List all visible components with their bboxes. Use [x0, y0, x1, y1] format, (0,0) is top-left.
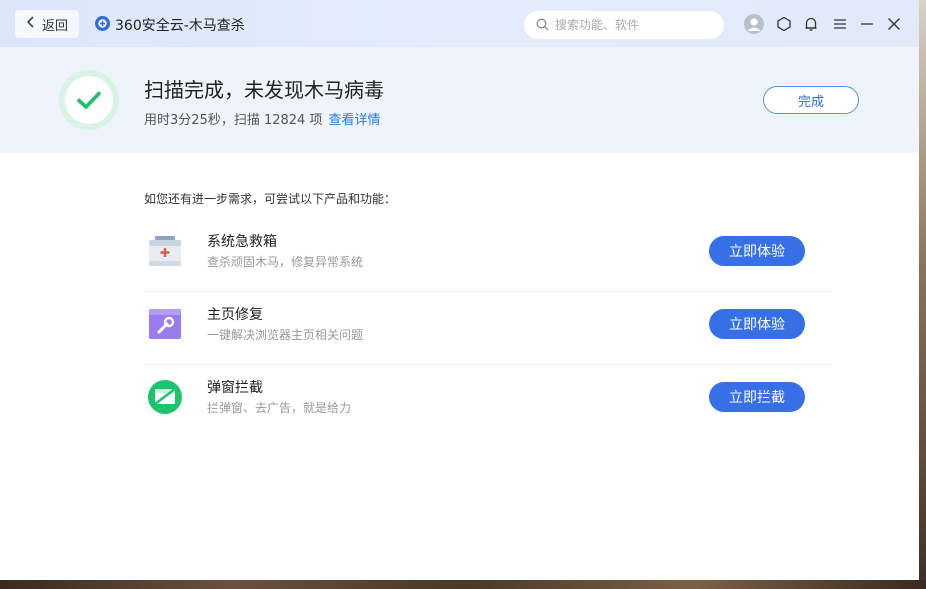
item-name: 主页修复 [207, 307, 263, 323]
scan-summary-text: 用时3分25秒，扫描 12824 项 [144, 113, 323, 128]
suggestion-item-homepage-repair: 主页修复 一键解决浏览器主页相关问题 立即体验 [144, 292, 832, 365]
suggestions-intro: 如您还有进一步需求，可尝试以下产品和功能： [144, 192, 397, 206]
view-details-link[interactable]: 查看详情 [328, 113, 380, 128]
result-title: 扫描完成，未发现木马病毒 [144, 78, 384, 102]
block-now-button[interactable]: 立即拦截 [709, 382, 805, 412]
minimize-icon[interactable] [856, 13, 878, 35]
try-now-button[interactable]: 立即体验 [709, 309, 805, 339]
menu-icon[interactable] [829, 13, 851, 35]
item-name: 系统急救箱 [207, 234, 277, 250]
close-icon[interactable] [883, 13, 905, 35]
user-avatar-icon[interactable] [742, 12, 766, 36]
back-button[interactable]: 返回 [15, 10, 79, 38]
suggestion-item-first-aid: 系统急救箱 查杀顽固木马，修复异常系统 立即体验 [144, 219, 832, 292]
search-box[interactable] [524, 11, 724, 39]
suggestion-item-popup-block: 弹窗拦截 拦弹窗、去广告，就是给力 立即拦截 [144, 365, 832, 438]
title-bar: 返回 360安全云-木马查杀 [0, 0, 919, 47]
desktop-wallpaper-edge [919, 0, 926, 589]
bell-icon[interactable] [800, 13, 822, 35]
skin-icon[interactable] [773, 13, 795, 35]
360-logo-icon [94, 15, 111, 32]
item-name: 弹窗拦截 [207, 380, 263, 396]
first-aid-kit-icon [147, 233, 183, 269]
search-input[interactable] [555, 18, 715, 32]
result-summary: 用时3分25秒，扫描 12824 项查看详情 [144, 109, 380, 128]
wrench-browser-icon [147, 306, 183, 342]
search-icon [536, 16, 549, 35]
back-label: 返回 [41, 18, 68, 34]
chevron-left-icon [26, 15, 36, 33]
item-desc: 查杀顽固木马，修复异常系统 [207, 255, 364, 269]
item-desc: 拦弹窗、去广告，就是给力 [207, 401, 352, 415]
app-window: 返回 360安全云-木马查杀 搜索功能、软件 扫描完成，未发现木马病毒 用时3分… [0, 0, 919, 580]
done-button[interactable]: 完成 [763, 86, 859, 114]
popup-block-icon [147, 379, 183, 415]
success-check-icon [59, 70, 119, 130]
desktop-wallpaper-bottom [0, 580, 926, 589]
item-desc: 一键解决浏览器主页相关问题 [207, 328, 364, 342]
app-title: 360安全云-木马查杀 [115, 18, 245, 34]
try-now-button[interactable]: 立即体验 [709, 236, 805, 266]
scan-result-banner: 扫描完成，未发现木马病毒 用时3分25秒，扫描 12824 项查看详情 完成 [0, 47, 919, 153]
